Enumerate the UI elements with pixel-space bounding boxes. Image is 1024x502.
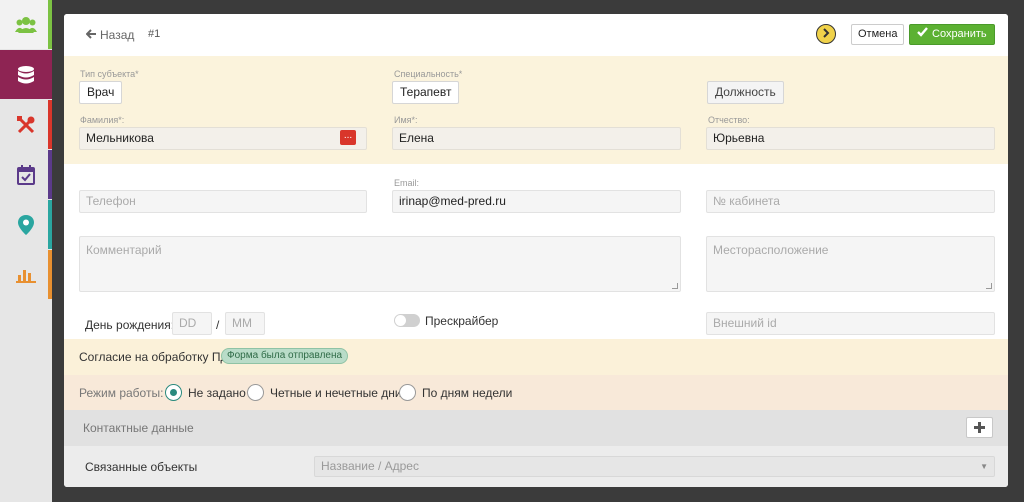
birthday-day-field[interactable]: DD <box>172 312 212 335</box>
surname-label: Фамилия*: <box>80 115 125 125</box>
work-mode-option-label: По дням недели <box>422 386 513 400</box>
cancel-button[interactable]: Отмена <box>851 24 905 45</box>
comment-textarea[interactable]: Комментарий <box>79 236 681 292</box>
birthday-label: День рождения: <box>85 318 175 332</box>
surname-field[interactable]: Мельникова <box>79 127 367 150</box>
name-label: Имя*: <box>394 115 418 125</box>
sidebar-active-bar <box>48 0 52 49</box>
record-id: #1 <box>148 28 161 40</box>
toggle-knob <box>395 315 406 326</box>
sidebar-color-bar <box>48 200 52 249</box>
location-placeholder: Месторасположение <box>713 243 829 257</box>
database-icon <box>17 65 35 85</box>
comment-placeholder: Комментарий <box>86 243 162 257</box>
edit-subject-panel: Назад #1 Отмена Сохранить Тип субъекта* … <box>64 14 1008 487</box>
next-record-button[interactable] <box>816 24 836 44</box>
work-mode-radio-weekdays[interactable] <box>399 384 416 401</box>
chevron-right-icon <box>822 27 830 41</box>
panel-header: Назад #1 Отмена Сохранить <box>64 14 1008 56</box>
position-button[interactable]: Должность <box>707 81 784 104</box>
consent-section: Согласие на обработку ПД Форма была отпр… <box>64 339 1008 375</box>
patronymic-field[interactable]: Юрьевна <box>706 127 995 150</box>
add-contact-button[interactable] <box>966 417 993 438</box>
subject-type-label: Тип субъекта* <box>80 69 139 79</box>
more-options-button[interactable]: ... <box>340 130 356 145</box>
sidebar-item-users[interactable] <box>0 0 52 49</box>
linked-objects-select[interactable]: Название / Адрес ▼ <box>314 456 995 477</box>
location-textarea[interactable]: Месторасположение <box>706 236 995 292</box>
contact-data-title: Контактные данные <box>83 421 194 435</box>
bar-chart-icon <box>16 267 36 283</box>
arrow-left-icon <box>85 28 96 42</box>
work-mode-option-label: Не задано <box>188 386 246 400</box>
specialty-field[interactable]: Терапевт <box>392 81 460 104</box>
resize-handle[interactable] <box>986 283 992 289</box>
work-mode-option-label: Четные и нечетные дни <box>270 386 402 400</box>
date-separator: / <box>216 318 220 332</box>
prescriber-toggle[interactable] <box>394 314 420 327</box>
work-mode-section: Режим работы: Не задано Четные и нечетны… <box>64 375 1008 410</box>
linked-objects-section: Связанные объекты Название / Адрес ▼ <box>64 446 1008 487</box>
birthday-month-field[interactable]: MM <box>225 312 265 335</box>
office-number-field[interactable]: № кабинета <box>706 190 995 213</box>
sidebar <box>0 0 52 502</box>
phone-field[interactable]: Телефон <box>79 190 367 213</box>
sidebar-item-map[interactable] <box>0 200 52 249</box>
work-mode-label: Режим работы: <box>79 386 164 400</box>
back-link[interactable]: Назад <box>85 28 135 42</box>
consent-label: Согласие на обработку ПД <box>79 350 229 364</box>
linked-objects-title: Связанные объекты <box>85 460 198 474</box>
save-label: Сохранить <box>932 28 987 40</box>
sidebar-item-reports[interactable] <box>0 250 52 299</box>
sidebar-color-bar <box>48 150 52 199</box>
work-mode-radio-even-odd[interactable] <box>247 384 264 401</box>
email-field[interactable]: irinap@med-pred.ru <box>392 190 681 213</box>
work-mode-radio-none[interactable] <box>165 384 182 401</box>
subject-section: Тип субъекта* Врач Специальность* Терапе… <box>64 56 1008 164</box>
sidebar-color-bar <box>48 100 52 149</box>
plus-icon <box>974 417 985 438</box>
check-icon <box>917 25 928 44</box>
chevron-down-icon: ▼ <box>980 462 988 471</box>
contacts-section: Телефон Email: irinap@med-pred.ru № каби… <box>64 164 1008 339</box>
sidebar-item-tools[interactable] <box>0 100 52 149</box>
resize-handle[interactable] <box>672 283 678 289</box>
consent-status-badge: Форма была отправлена <box>221 348 349 364</box>
email-label: Email: <box>394 178 420 188</box>
subject-type-field[interactable]: Врач <box>79 81 123 104</box>
patronymic-label: Отчество: <box>708 115 750 125</box>
name-field[interactable]: Елена <box>392 127 681 150</box>
prescriber-label: Прескрайбер <box>425 314 499 328</box>
users-icon <box>15 16 37 34</box>
back-label: Назад <box>100 28 135 42</box>
sidebar-item-calendar[interactable] <box>0 150 52 199</box>
sidebar-color-bar <box>48 250 52 299</box>
select-placeholder: Название / Адрес <box>321 459 419 473</box>
tools-icon <box>16 115 36 135</box>
calendar-icon <box>17 164 35 185</box>
specialty-label: Специальность* <box>394 69 463 79</box>
save-button[interactable]: Сохранить <box>909 24 995 45</box>
map-pin-icon <box>18 214 34 235</box>
sidebar-item-database[interactable] <box>0 50 52 99</box>
contact-data-section: Контактные данные <box>64 410 1008 446</box>
external-id-field[interactable]: Внешний id <box>706 312 995 335</box>
